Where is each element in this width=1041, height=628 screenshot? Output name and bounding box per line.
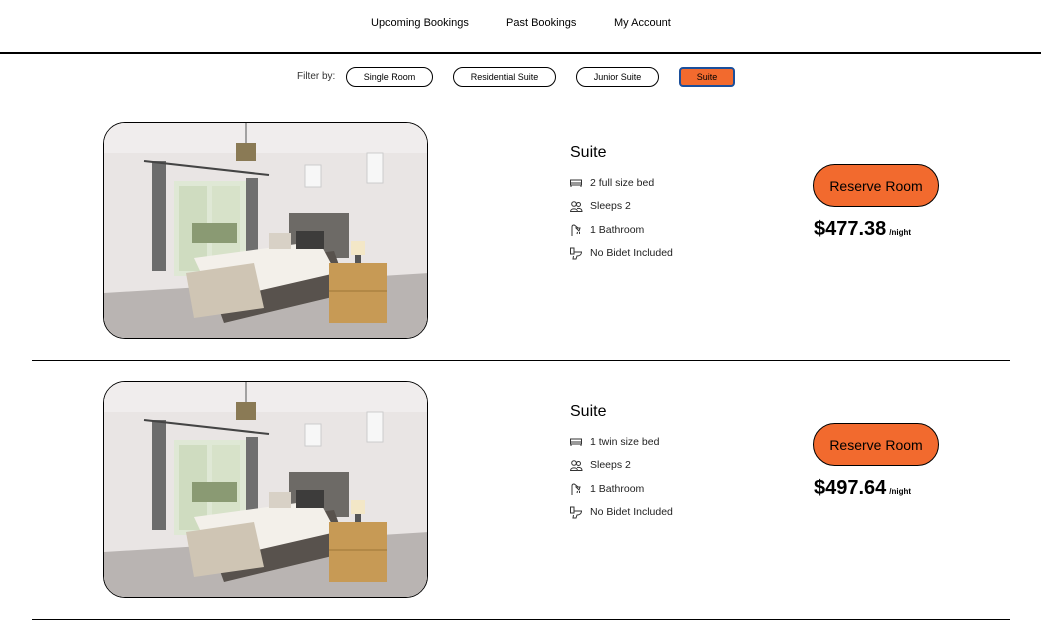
room-listing: Suite 2 full size bed Sleeps 2 1 Bathroo… — [0, 122, 1041, 362]
amenity-text: Sleeps 2 — [590, 200, 631, 212]
shower-icon — [569, 223, 583, 237]
reserve-room-button[interactable]: Reserve Room — [813, 164, 939, 207]
people-icon — [569, 199, 583, 213]
amenity-bidet: No Bidet Included — [569, 245, 673, 261]
nav-upcoming-bookings[interactable]: Upcoming Bookings — [371, 17, 469, 29]
price-amount: $497.64 — [814, 477, 887, 499]
amenity-text: Sleeps 2 — [590, 459, 631, 471]
room-title: Suite — [570, 144, 607, 161]
filter-junior-suite[interactable]: Junior Suite — [576, 67, 659, 87]
bed-icon — [569, 435, 583, 449]
reserve-room-button[interactable]: Reserve Room — [813, 423, 939, 466]
people-icon — [569, 458, 583, 472]
amenity-text: 1 Bathroom — [590, 224, 645, 236]
filter-residential-suite[interactable]: Residential Suite — [453, 67, 556, 87]
price-unit: /night — [889, 487, 912, 496]
amenity-bidet: No Bidet Included — [569, 504, 673, 520]
amenity-text: No Bidet Included — [590, 506, 673, 518]
amenity-text: No Bidet Included — [590, 247, 673, 259]
filter-label: Filter by: — [297, 71, 336, 82]
amenity-beds: 2 full size bed — [569, 175, 654, 191]
price: $477.38 /night — [814, 218, 911, 241]
price-unit: /night — [889, 228, 912, 237]
listing-divider — [32, 619, 1010, 620]
bed-icon — [569, 176, 583, 190]
filter-suite[interactable]: Suite — [679, 67, 735, 87]
room-photo[interactable] — [103, 381, 428, 598]
filter-single-room[interactable]: Single Room — [346, 67, 433, 87]
toilet-icon — [569, 246, 583, 260]
top-nav: Upcoming Bookings Past Bookings My Accou… — [0, 0, 1041, 54]
amenity-bathroom: 1 Bathroom — [569, 222, 644, 238]
price-amount: $477.38 — [814, 218, 887, 240]
price: $497.64 /night — [814, 477, 911, 500]
nav-my-account[interactable]: My Account — [614, 17, 671, 29]
toilet-icon — [569, 505, 583, 519]
amenity-text: 2 full size bed — [590, 177, 655, 189]
amenity-sleeps: Sleeps 2 — [569, 198, 631, 214]
amenity-text: 1 twin size bed — [590, 436, 660, 448]
room-photo[interactable] — [103, 122, 428, 339]
shower-icon — [569, 482, 583, 496]
nav-past-bookings[interactable]: Past Bookings — [506, 17, 576, 29]
listing-divider — [32, 360, 1010, 361]
room-listing: Suite 1 twin size bed Sleeps 2 1 Bathroo… — [0, 381, 1041, 621]
amenity-text: 1 Bathroom — [590, 483, 645, 495]
amenity-bathroom: 1 Bathroom — [569, 481, 644, 497]
amenity-beds: 1 twin size bed — [569, 434, 659, 450]
amenity-sleeps: Sleeps 2 — [569, 457, 631, 473]
room-title: Suite — [570, 403, 607, 420]
